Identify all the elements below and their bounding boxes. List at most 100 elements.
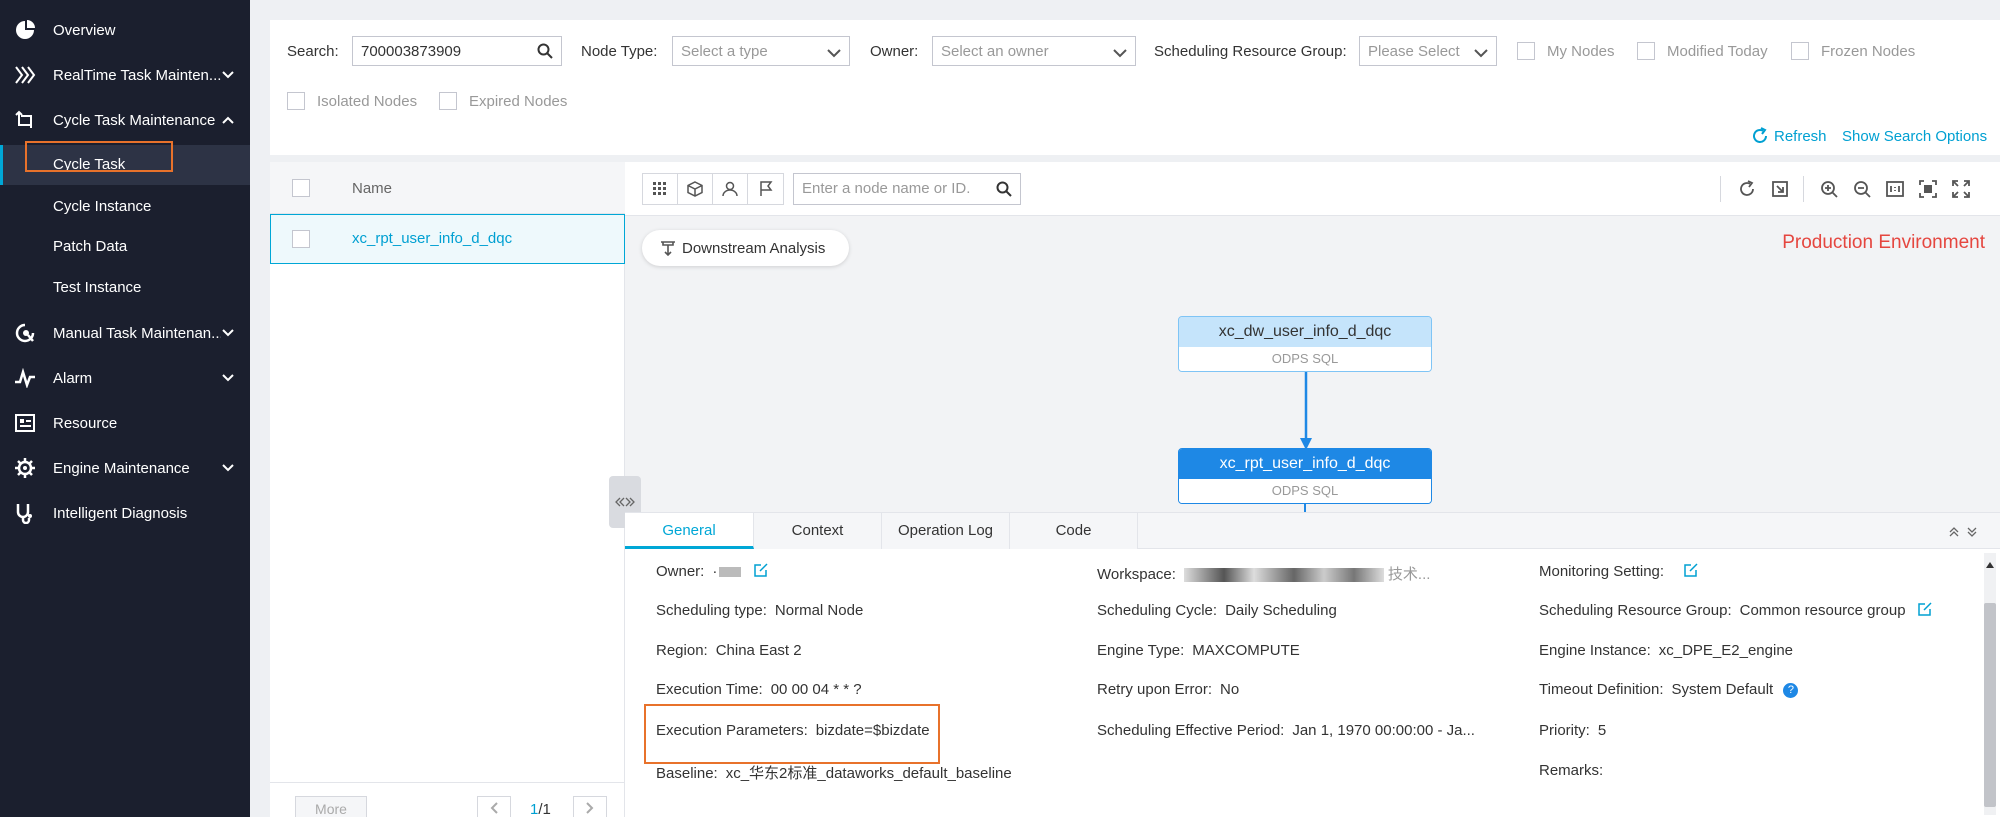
field-value: xc_华东2标准_dataworks_default_baseline <box>725 765 1012 782</box>
gear-icon <box>13 456 37 480</box>
field-value: xc_DPE_E2_engine <box>1658 642 1794 659</box>
dag-node-current[interactable]: xc_rpt_user_info_d_dqc ODPS SQL <box>1178 448 1432 504</box>
expand-collapse-icon[interactable] <box>1948 525 1980 541</box>
field-monitoring-setting: Monitoring Setting: <box>1539 563 1698 581</box>
search-icon[interactable] <box>996 181 1012 201</box>
tab-code[interactable]: Code <box>1010 513 1138 549</box>
next-page-button[interactable] <box>573 796 607 817</box>
field-execution-parameters: Execution Parameters: bizdate=$bizdate <box>656 722 930 739</box>
chevron-down-icon[interactable] <box>222 326 234 340</box>
field-region: Region: China East 2 <box>656 642 802 659</box>
resource-group-select[interactable]: Please Select <box>1359 36 1497 66</box>
sidebar-item-engine-maintenance[interactable]: Engine Maintenance <box>0 446 250 490</box>
search-input[interactable]: 700003873909 <box>352 36 562 66</box>
sidebar-sub-cycle-instance[interactable]: Cycle Instance <box>0 187 250 227</box>
field-value: Common resource group <box>1739 602 1906 619</box>
owner-label: Owner: <box>870 43 919 60</box>
prev-page-button[interactable] <box>477 796 511 817</box>
edit-icon[interactable] <box>753 563 768 581</box>
node-search-input[interactable]: Enter a node name or ID. <box>793 173 1021 205</box>
sidebar-item-cycle-task-maintenance[interactable]: Cycle Task Maintenance <box>0 98 250 142</box>
chevron-down-icon[interactable] <box>222 68 234 82</box>
fit-screen-icon[interactable] <box>1915 176 1941 202</box>
field-remarks: Remarks: <box>1539 762 1611 779</box>
sidebar-sub-label: Patch Data <box>53 238 128 255</box>
node-type-select[interactable]: Select a type <box>672 36 850 66</box>
tab-context[interactable]: Context <box>754 513 882 549</box>
field-value: 5 <box>1597 722 1607 739</box>
sidebar-item-label: Intelligent Diagnosis <box>53 504 188 522</box>
export-icon[interactable] <box>1767 176 1793 202</box>
field-key: Scheduling Cycle: <box>1097 602 1218 619</box>
refresh-icon[interactable] <box>1734 176 1760 202</box>
field-retry-upon-error: Retry upon Error: No <box>1097 681 1239 698</box>
row-checkbox[interactable] <box>292 230 310 248</box>
field-value: Jan 1, 1970 00:00:00 - Ja... <box>1292 722 1475 739</box>
chevron-down-icon[interactable] <box>222 371 234 385</box>
help-icon[interactable]: ? <box>1783 682 1799 698</box>
more-button[interactable]: More <box>295 796 367 817</box>
node-search-placeholder: Enter a node name or ID. <box>802 180 971 197</box>
realtime-icon <box>13 63 37 87</box>
sidebar-item-alarm[interactable]: Alarm <box>0 356 250 400</box>
sidebar-item-realtime[interactable]: RealTime Task Mainten... <box>0 53 250 97</box>
node-name-link[interactable]: xc_rpt_user_info_d_dqc <box>352 230 512 247</box>
owner-select[interactable]: Select an owner <box>932 36 1136 66</box>
expired-nodes-checkbox[interactable] <box>439 92 457 110</box>
tab-operation-log[interactable]: Operation Log <box>882 513 1010 549</box>
sidebar-item-label: Manual Task Maintenan... <box>53 324 221 342</box>
scrollbar-thumb[interactable] <box>1984 603 1996 807</box>
edit-icon[interactable] <box>1684 563 1698 581</box>
node-type-placeholder: Select a type <box>681 43 768 60</box>
modified-today-checkbox[interactable] <box>1637 42 1655 60</box>
chevron-down-icon[interactable] <box>222 461 234 475</box>
cube-icon[interactable] <box>678 174 713 204</box>
chevron-up-icon[interactable] <box>222 113 234 127</box>
field-key: Scheduling Resource Group: <box>1539 602 1732 619</box>
table-row[interactable]: xc_rpt_user_info_d_dqc <box>270 214 625 264</box>
search-icon[interactable] <box>537 43 553 63</box>
grid-icon[interactable] <box>643 174 678 204</box>
sidebar-item-resource[interactable]: Resource <box>0 401 250 445</box>
downstream-analysis-button[interactable]: Downstream Analysis <box>642 230 849 266</box>
sidebar-item-label: Alarm <box>53 369 93 387</box>
tab-general[interactable]: General <box>625 513 754 549</box>
page-total: /1 <box>538 801 551 817</box>
sidebar-sub-patch-data[interactable]: Patch Data <box>0 227 250 267</box>
sidebar-item-label: Overview <box>53 21 116 39</box>
fullscreen-icon[interactable] <box>1948 176 1974 202</box>
sidebar-item-manual-task[interactable]: Manual Task Maintenan... <box>0 311 250 355</box>
zoom-in-icon[interactable] <box>1816 176 1842 202</box>
field-value: System Default <box>1671 681 1774 698</box>
frozen-nodes-checkbox[interactable] <box>1791 42 1809 60</box>
field-scheduling-cycle: Scheduling Cycle: Daily Scheduling <box>1097 602 1337 619</box>
show-search-options-link[interactable]: Show Search Options <box>1842 128 1987 145</box>
edit-icon[interactable] <box>1917 602 1932 620</box>
scroll-up-icon[interactable] <box>1986 555 1994 571</box>
refresh-link[interactable]: Refresh <box>1774 128 1827 145</box>
sidebar-item-label: Engine Maintenance <box>53 459 190 477</box>
highlight-box <box>25 141 173 172</box>
dag-node-type: ODPS SQL <box>1179 347 1431 371</box>
dag-node-upstream[interactable]: xc_dw_user_info_d_dqc ODPS SQL <box>1178 316 1432 372</box>
scrollbar-track[interactable] <box>1984 553 1996 815</box>
sidebar-item-overview[interactable]: Overview <box>0 8 250 52</box>
field-value: 技术... <box>1387 566 1431 583</box>
dag-node-name: xc_rpt_user_info_d_dqc <box>1179 449 1431 479</box>
sidebar-item-intelligent-diagnosis[interactable]: Intelligent Diagnosis <box>0 491 250 535</box>
actual-size-icon[interactable] <box>1882 176 1908 202</box>
resource-group-label: Scheduling Resource Group: <box>1154 43 1347 60</box>
sidebar: Overview RealTime Task Mainten... Cycle … <box>0 0 250 817</box>
user-icon[interactable] <box>713 174 748 204</box>
field-priority: Priority: 5 <box>1539 722 1606 739</box>
select-all-checkbox[interactable] <box>292 179 310 197</box>
zoom-out-icon[interactable] <box>1849 176 1875 202</box>
node-list-header: Name <box>270 162 625 214</box>
refresh-icon[interactable] <box>1751 127 1769 148</box>
field-value: MAXCOMPUTE <box>1192 642 1300 659</box>
sidebar-sub-test-instance[interactable]: Test Instance <box>0 268 250 308</box>
my-nodes-checkbox[interactable] <box>1517 42 1535 60</box>
flag-icon[interactable] <box>748 174 783 204</box>
resource-icon <box>13 411 37 435</box>
isolated-nodes-checkbox[interactable] <box>287 92 305 110</box>
